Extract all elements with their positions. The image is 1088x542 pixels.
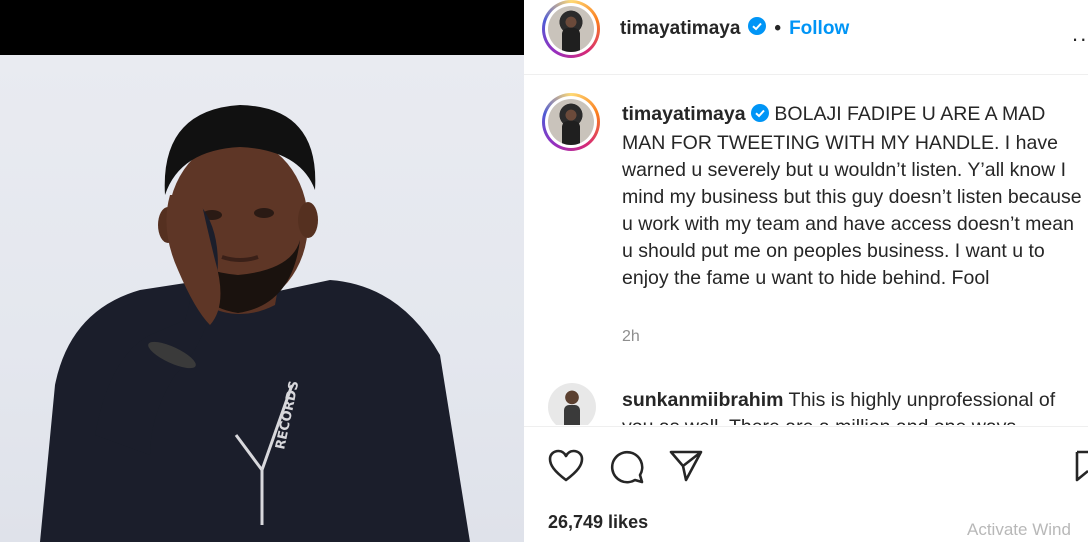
post-header: timayatimaya • Follow ·· <box>524 0 1088 75</box>
author-username[interactable]: timayatimaya <box>620 18 740 40</box>
post-photo[interactable]: RECORDS <box>0 55 524 542</box>
portrait-illustration: RECORDS <box>40 105 470 542</box>
caption-author-avatar[interactable] <box>542 93 600 151</box>
caption-username[interactable]: timayatimaya <box>622 103 746 125</box>
heart-icon[interactable] <box>548 449 584 488</box>
verified-badge-icon <box>748 17 767 41</box>
commenter-avatar[interactable] <box>548 383 596 425</box>
post-timestamp[interactable]: 2h <box>622 328 640 346</box>
verified-badge-icon <box>751 103 769 130</box>
media-top-bar <box>0 0 524 55</box>
caption-text: BOLAJI FADIPE U ARE A MAD MAN FOR TWEETI… <box>622 103 1082 289</box>
separator-dot: • <box>774 18 782 39</box>
paper-plane-icon[interactable] <box>668 449 704 488</box>
bookmark-icon[interactable] <box>1075 449 1088 488</box>
comments-section[interactable]: timayatimaya BOLAJI FADIPE U ARE A MAD M… <box>524 75 1088 425</box>
action-bar: 26,749 likes Activate Wind <box>524 426 1088 542</box>
comment-bubble-icon[interactable] <box>609 449 645 490</box>
like-count[interactable]: 26,749 likes <box>548 512 648 533</box>
commenter-username[interactable]: sunkanmiibrahim <box>622 389 783 411</box>
header-line: timayatimaya • Follow <box>620 16 849 42</box>
follow-button[interactable]: Follow <box>789 18 849 40</box>
post-caption: timayatimaya BOLAJI FADIPE U ARE A MAD M… <box>622 101 1084 292</box>
author-avatar[interactable] <box>542 0 600 58</box>
post-details-panel: timayatimaya • Follow ·· timayatimaya BO… <box>524 0 1088 542</box>
more-options-icon[interactable]: ·· <box>1071 26 1088 52</box>
windows-activation-watermark: Activate Wind <box>967 520 1071 539</box>
comment-item: sunkanmiibrahim This is highly unprofess… <box>622 387 1084 425</box>
post-media[interactable]: RECORDS <box>0 0 524 542</box>
